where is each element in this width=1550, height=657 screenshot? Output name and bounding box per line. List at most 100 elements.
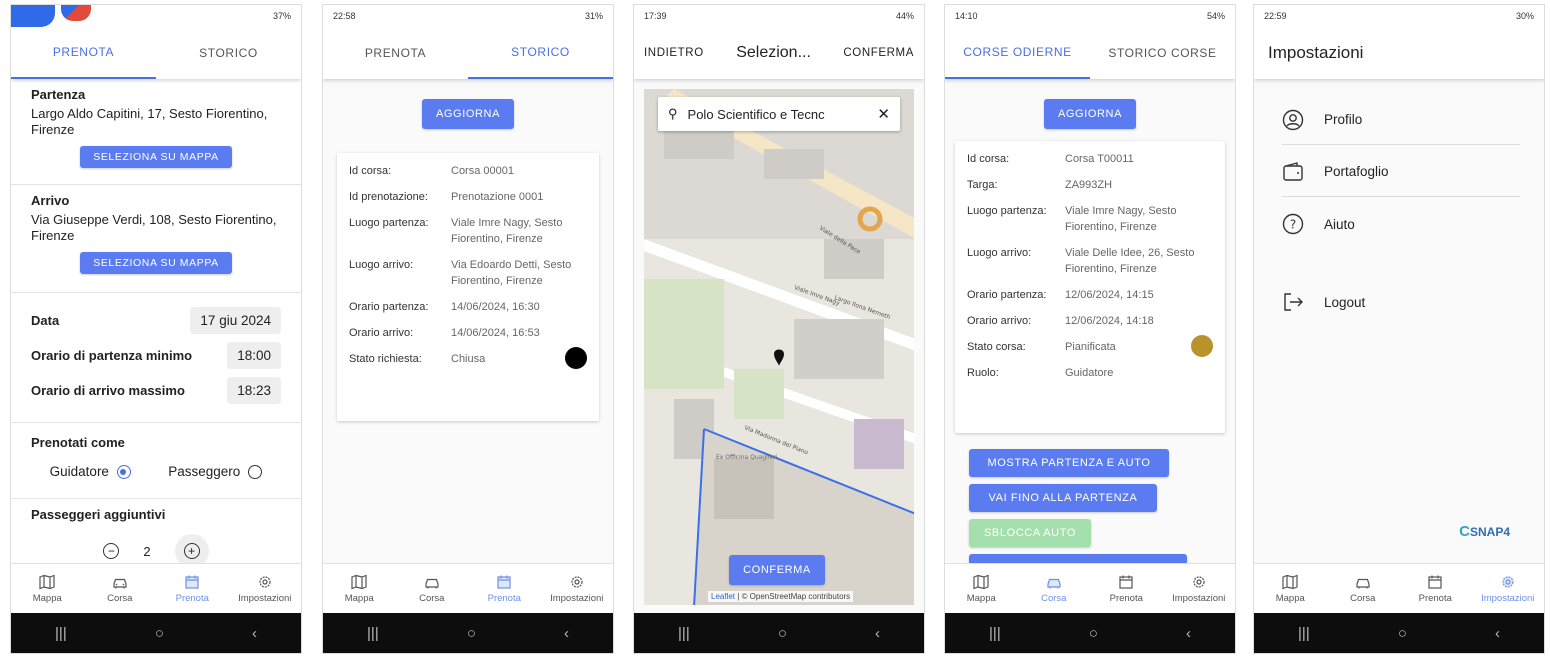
nav-prenota[interactable]: Prenota: [1399, 564, 1472, 613]
map-attribution: Leaflet | © OpenStreetMap contributors: [708, 591, 854, 602]
recent-apps-icon[interactable]: |||: [55, 625, 67, 642]
nav-mappa[interactable]: Mappa: [1254, 564, 1327, 613]
battery-level: 44%: [895, 11, 914, 21]
nav-impostazioni[interactable]: Impostazioni: [229, 564, 302, 613]
seleziona-partenza-button[interactable]: SELEZIONA SU MAPPA: [80, 146, 232, 168]
tab-storico[interactable]: STORICO: [156, 27, 301, 79]
guidatore-radio[interactable]: [116, 465, 131, 480]
nav-prenota[interactable]: Prenota: [468, 564, 541, 613]
back-icon[interactable]: ‹: [1495, 625, 1500, 642]
calendar-icon: [185, 575, 199, 589]
detail-key: Id corsa:: [349, 165, 392, 177]
close-icon[interactable]: ✕: [877, 105, 890, 123]
passeggero-option[interactable]: Passeggero: [168, 464, 263, 480]
map-icon: [973, 574, 989, 589]
settings-item-profilo[interactable]: Profilo: [1282, 95, 1520, 145]
aggiorna-button[interactable]: AGGIORNA: [422, 99, 514, 129]
recent-apps-icon[interactable]: |||: [367, 625, 379, 642]
orario-max-picker[interactable]: 18:23: [227, 377, 281, 404]
home-icon[interactable]: ○: [778, 625, 787, 642]
nav-corsa[interactable]: Corsa: [396, 564, 469, 613]
detail-value: Corsa 00001: [451, 165, 514, 177]
detail-row: Targa: ZA993ZH: [967, 177, 1213, 193]
vai-partenza-button[interactable]: VAI FINO ALLA PARTENZA: [969, 484, 1157, 512]
settings-item-portafoglio[interactable]: Portafoglio: [1282, 147, 1520, 197]
recent-apps-icon[interactable]: |||: [1298, 625, 1310, 642]
seleziona-arrivo-button[interactable]: SELEZIONA SU MAPPA: [80, 252, 232, 274]
nav-impostazioni[interactable]: Impostazioni: [1472, 564, 1545, 613]
tab-storico[interactable]: STORICO: [468, 27, 613, 79]
naviga-destinazione-button[interactable]: NAVIGA FINO A DESTINAZIONE: [969, 554, 1187, 563]
orario-min-picker[interactable]: 18:00: [227, 342, 281, 369]
detail-key: Orario arrivo:: [349, 327, 414, 339]
guidatore-option[interactable]: Guidatore: [50, 464, 131, 480]
settings-item-aiuto[interactable]: ? Aiuto: [1282, 199, 1520, 249]
back-icon[interactable]: ‹: [252, 625, 257, 642]
partenza-address: Largo Aldo Capitini, 17, Sesto Fiorentin…: [31, 106, 268, 137]
sblocca-auto-button[interactable]: SBLOCCA AUTO: [969, 519, 1091, 547]
nav-impostazioni[interactable]: Impostazioni: [1163, 564, 1236, 613]
nav-corsa[interactable]: Corsa: [84, 564, 157, 613]
back-icon[interactable]: ‹: [564, 625, 569, 642]
booking-card: Id corsa: Corsa 00001 Id prenotazione: Pren…: [337, 153, 599, 421]
nav-mappa-label: Mappa: [32, 592, 62, 604]
home-icon[interactable]: ○: [467, 625, 476, 642]
detail-row: Orario arrivo: 12/06/2024, 14:18: [967, 313, 1213, 329]
nav-mappa[interactable]: Mappa: [945, 564, 1018, 613]
tab-corse-odierne[interactable]: CORSE ODIERNE: [945, 27, 1090, 79]
bottom-nav: Mappa Corsa Prenota Impostazioni: [945, 563, 1235, 613]
nav-mappa[interactable]: Mappa: [323, 564, 396, 613]
home-icon[interactable]: ○: [1398, 625, 1407, 642]
indietro-button[interactable]: INDIETRO: [644, 47, 704, 59]
plus-icon[interactable]: +: [183, 543, 200, 559]
tab-prenota[interactable]: PRENOTA: [323, 27, 468, 79]
detail-value: 12/06/2024, 14:15: [1065, 289, 1154, 301]
nav-impostazioni-label: Impostazioni: [238, 592, 292, 604]
nav-corsa[interactable]: Corsa: [1018, 564, 1091, 613]
passeggeri-count: 2: [143, 543, 151, 559]
aiuto-label: Aiuto: [1324, 216, 1355, 232]
mostra-partenza-button[interactable]: MOSTRA PARTENZA E AUTO: [969, 449, 1169, 477]
date-time-section: Data 17 giu 2024 Orario di partenza mini…: [11, 293, 301, 423]
system-nav-bar: ||| ○ ‹: [634, 613, 924, 653]
minus-icon[interactable]: −: [103, 543, 120, 559]
home-icon[interactable]: ○: [155, 625, 164, 642]
tab-bar: PRENOTA STORICO: [11, 27, 301, 79]
detail-key: Id corsa:: [967, 153, 1010, 165]
map-search-input[interactable]: Polo Scientifico e Tecnc: [688, 107, 868, 122]
aggiorna-button[interactable]: AGGIORNA: [1044, 99, 1136, 129]
home-icon[interactable]: ○: [1089, 625, 1098, 642]
back-icon[interactable]: ‹: [1186, 625, 1191, 642]
map-view[interactable]: Viale della Pace Viale Imre Nagy Largo I…: [644, 89, 914, 605]
conferma-top-button[interactable]: CONFERMA: [843, 47, 914, 59]
profilo-label: Profilo: [1324, 112, 1363, 127]
settings-title-bar: Impostazioni: [1254, 27, 1544, 79]
nav-impostazioni[interactable]: Impostazioni: [541, 564, 614, 613]
recent-apps-icon[interactable]: |||: [989, 625, 1001, 642]
nav-mappa-label: Mappa: [344, 592, 374, 604]
tab-storico-corse[interactable]: STORICO CORSE: [1090, 27, 1235, 79]
nav-prenota[interactable]: Prenota: [1090, 564, 1163, 613]
detail-value: Via Edoardo Detti, Sesto Fiorentino, Fir…: [451, 259, 572, 287]
partenza-label: Partenza: [31, 87, 86, 102]
nav-prenota[interactable]: Prenota: [156, 564, 229, 613]
clock: 17:39: [644, 11, 667, 21]
nav-mappa[interactable]: Mappa: [11, 564, 84, 613]
bottom-nav: Mappa Corsa Prenota Impostazioni: [11, 563, 301, 613]
back-icon[interactable]: ‹: [875, 625, 880, 642]
conferma-button[interactable]: CONFERMA: [729, 555, 825, 585]
detail-row: Luogo partenza: Viale Imre Nagy, Sesto Fi…: [349, 215, 587, 247]
settings-item-logout[interactable]: Logout: [1282, 277, 1520, 327]
nav-prenota-label: Prenota: [487, 592, 521, 604]
tab-prenota[interactable]: PRENOTA: [11, 27, 156, 79]
detail-row: Id corsa: Corsa 00001: [349, 163, 587, 179]
date-picker[interactable]: 17 giu 2024: [190, 307, 281, 334]
nav-corsa-label: Corsa: [419, 592, 445, 604]
recent-apps-icon[interactable]: |||: [678, 625, 690, 642]
status-bar: 17:39 44%: [634, 5, 924, 27]
nav-corsa[interactable]: Corsa: [1327, 564, 1400, 613]
passeggero-radio[interactable]: [248, 465, 263, 480]
leaflet-link[interactable]: Leaflet: [711, 592, 735, 601]
detail-row: Orario partenza: 14/06/2024, 16:30: [349, 299, 587, 315]
detail-key: Targa:: [967, 179, 998, 191]
